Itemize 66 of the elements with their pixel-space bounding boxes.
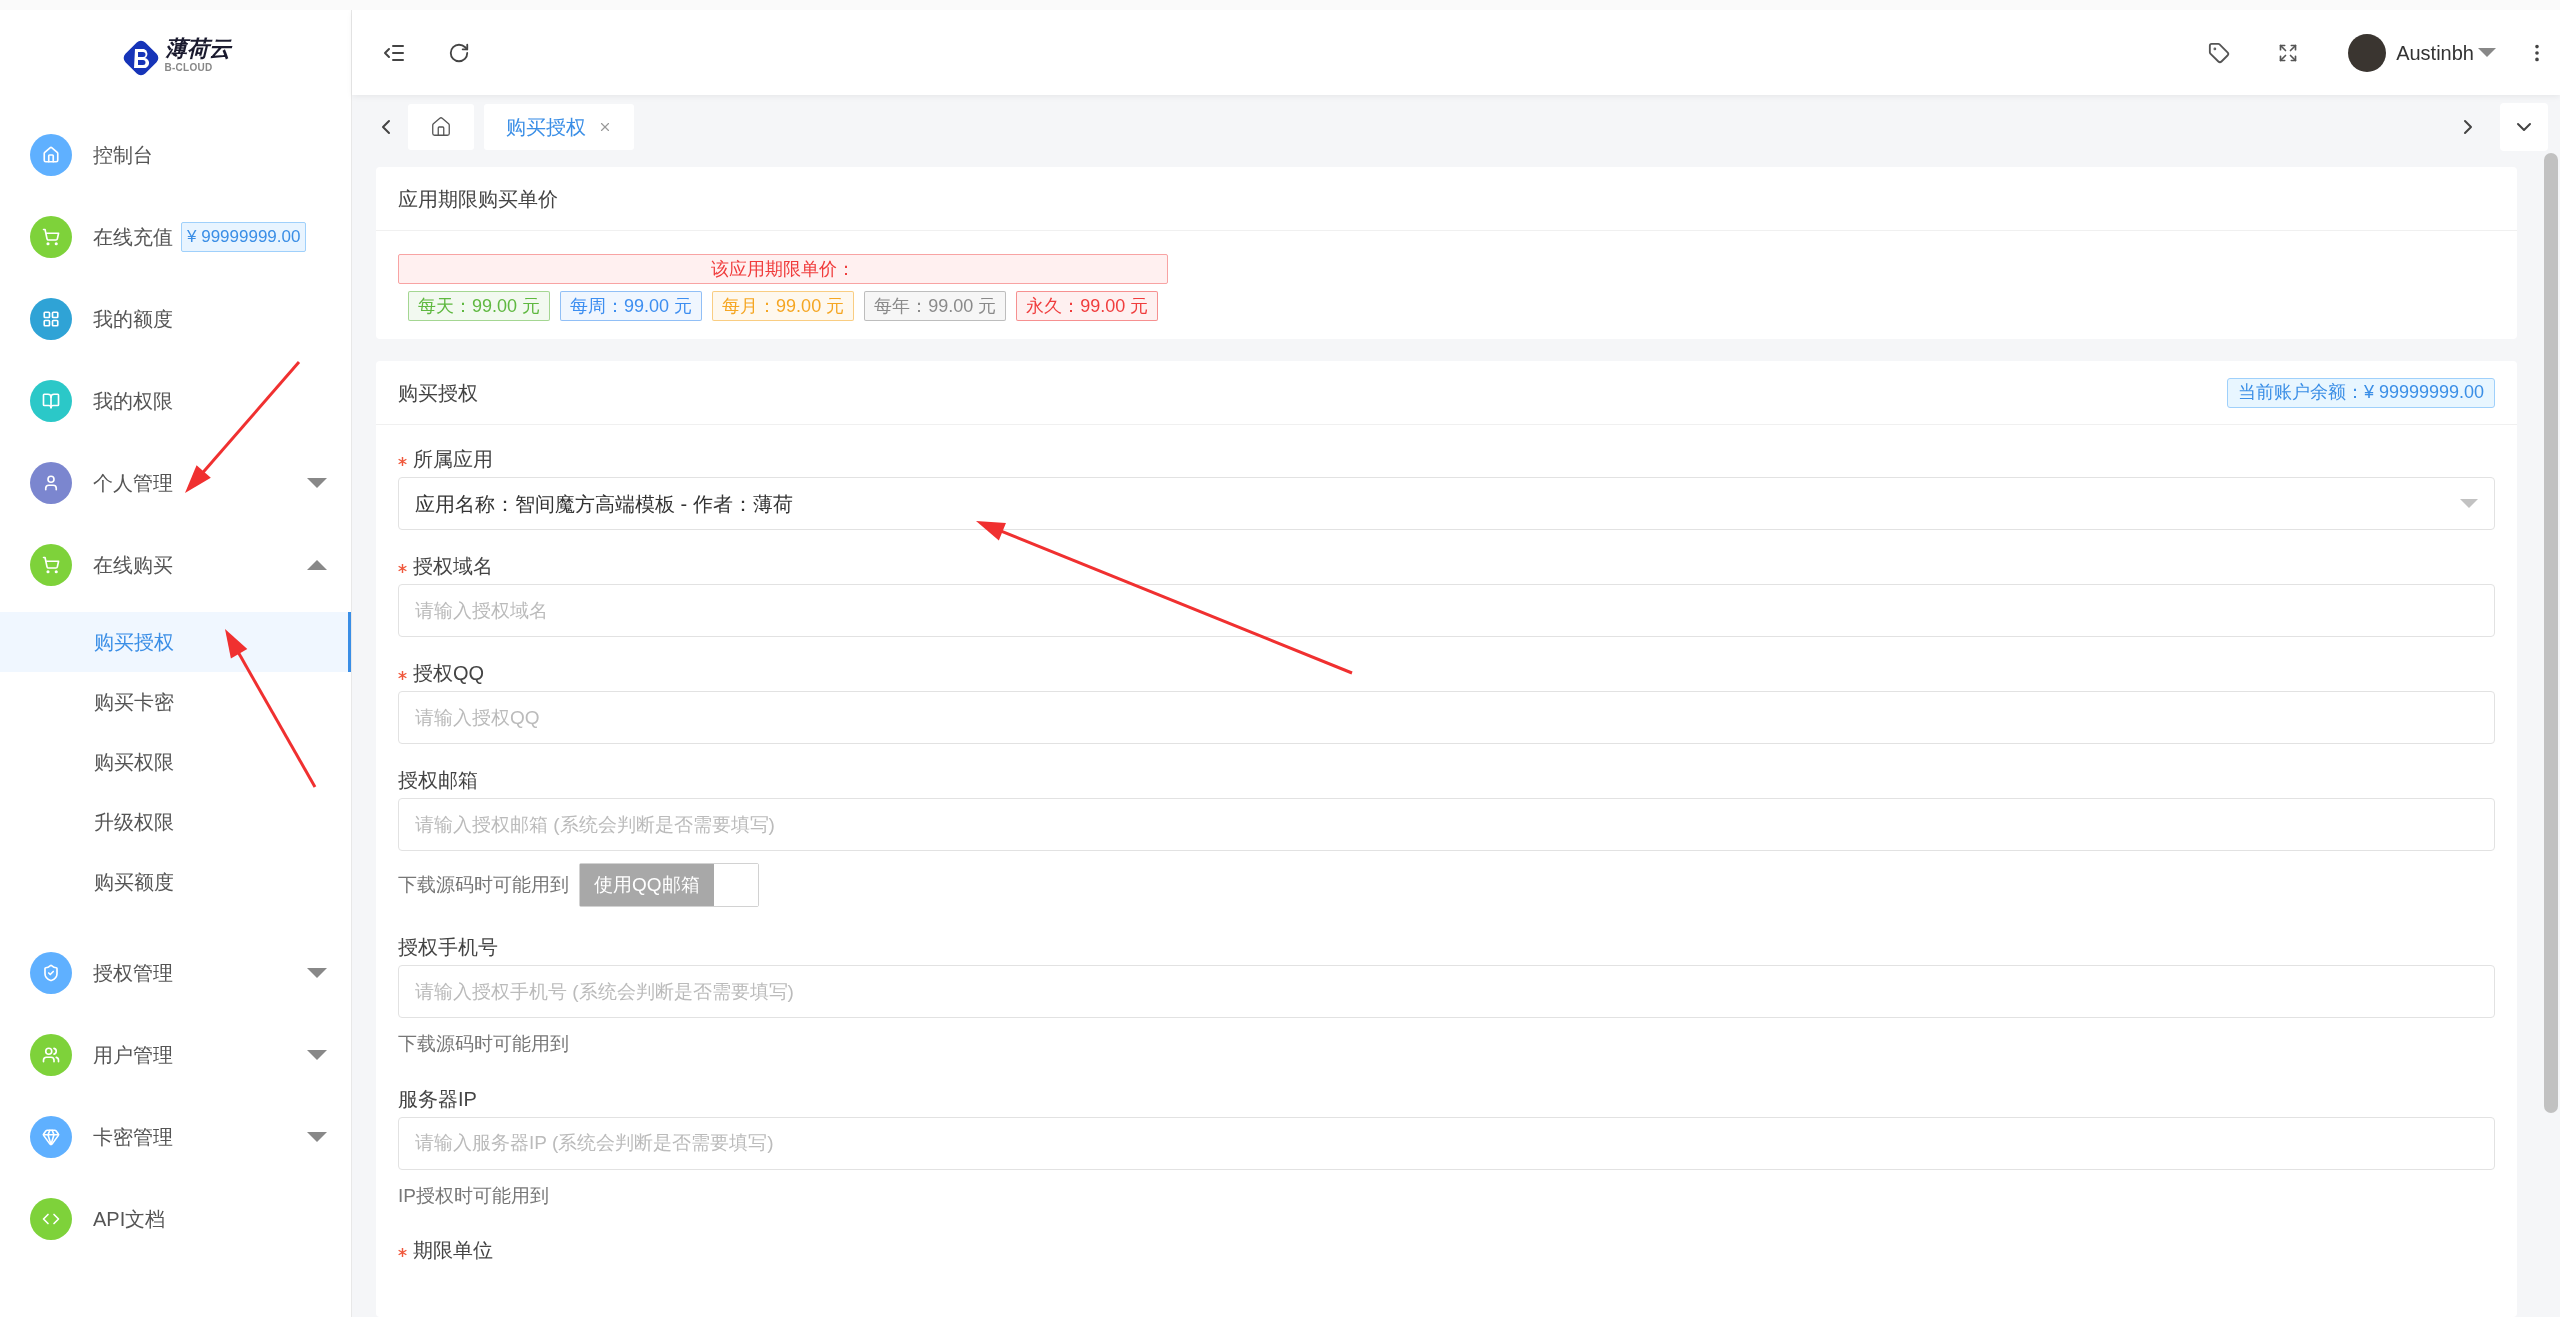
menu-item[interactable]: 卡密管理 — [0, 1096, 351, 1178]
menu-label: 在线购买 — [93, 553, 173, 578]
menu-item[interactable]: 用户管理 — [0, 1014, 351, 1096]
avatar[interactable] — [2348, 33, 2387, 72]
scrollbar[interactable] — [2544, 153, 2558, 1113]
field-label: 授权域名 — [413, 554, 493, 579]
card-title: 购买授权 — [398, 380, 478, 406]
text-input[interactable]: 请输入授权手机号 (系统会判断是否需要填写) — [398, 965, 2495, 1018]
logo-subtitle: B-CLOUD — [164, 63, 214, 73]
submenu-item[interactable]: 购买卡密 — [0, 672, 351, 732]
submenu-item[interactable]: 购买额度 — [0, 852, 351, 912]
menu-item[interactable]: API文档 — [0, 1178, 351, 1260]
refresh-icon[interactable] — [448, 41, 470, 64]
caret-down-icon — [2460, 499, 2478, 508]
card-title: 应用期限购买单价 — [376, 167, 2517, 231]
menu-label: 在线充值 — [93, 225, 173, 250]
text-input[interactable]: 请输入授权QQ — [398, 691, 2495, 744]
required-asterisk-icon — [398, 1247, 407, 1257]
menu-item[interactable]: 控制台 — [0, 114, 351, 196]
home-tab[interactable] — [408, 104, 474, 150]
price-tag: 每年：99.00 元 — [864, 291, 1007, 321]
help-text: 下载源码时可能用到 — [398, 1032, 569, 1056]
field-label: 授权手机号 — [398, 935, 498, 960]
menu-label: API文档 — [93, 1207, 166, 1232]
text-input[interactable]: 请输入授权邮箱 (系统会判断是否需要填写) — [398, 798, 2495, 851]
price-tag: 永久：99.00 元 — [1016, 291, 1159, 321]
field-label: 授权邮箱 — [398, 768, 478, 793]
field-label: 授权QQ — [413, 661, 485, 686]
menu-label: 我的额度 — [93, 307, 173, 332]
home-icon — [430, 116, 452, 138]
menu-label: 我的权限 — [93, 389, 173, 414]
field-label: 服务器IP — [398, 1086, 477, 1112]
required-asterisk-icon — [398, 670, 407, 680]
price-tag: 每周：99.00 元 — [560, 291, 703, 321]
menu-label: 个人管理 — [93, 471, 173, 496]
price-notice: 该应用期限单价： — [398, 254, 1168, 284]
required-asterisk-icon — [398, 563, 407, 573]
menu-item[interactable]: 我的权限 — [0, 360, 351, 442]
user-name[interactable]: Austinbh — [2396, 37, 2474, 68]
field-label: 期限单位 — [413, 1238, 493, 1263]
menu-label: 卡密管理 — [93, 1125, 173, 1150]
price-tag: 每月：99.00 元 — [712, 291, 855, 321]
required-asterisk-icon — [398, 456, 407, 466]
help-text: 下载源码时可能用到 — [398, 872, 569, 897]
close-icon[interactable] — [598, 120, 612, 134]
text-input[interactable]: 请输入服务器IP (系统会判断是否需要填写) — [398, 1116, 2495, 1170]
menu-item[interactable]: 在线充值 ¥ 99999999.00 — [0, 196, 351, 278]
price-tag: 每天：99.00 元 — [408, 291, 551, 321]
menu-item[interactable]: 授权管理 — [0, 932, 351, 1014]
app-select[interactable]: 应用名称：智间魔方高端模板 - 作者：薄荷 — [398, 477, 2495, 530]
tag-icon[interactable] — [2208, 41, 2231, 64]
menu-label: 控制台 — [93, 143, 153, 168]
fullscreen-icon[interactable] — [2278, 42, 2299, 63]
menu-label: 用户管理 — [93, 1043, 173, 1068]
text-input[interactable]: 请输入授权域名 — [398, 584, 2495, 637]
logo-text: 薄荷云 — [164, 38, 231, 60]
menu-item[interactable]: 在线购买 — [0, 524, 351, 606]
caret-down-icon — [2478, 48, 2496, 57]
submenu-item[interactable]: 购买权限 — [0, 732, 351, 792]
balance-badge: 当前账户余额：¥ 99999999.00 — [2226, 377, 2495, 408]
balance-badge: ¥ 99999999.00 — [181, 222, 307, 252]
help-text: IP授权时可能用到 — [398, 1183, 549, 1208]
menu-item[interactable]: 我的额度 — [0, 278, 351, 360]
menu-label: 授权管理 — [93, 961, 173, 986]
submenu-item[interactable]: 升级权限 — [0, 792, 351, 852]
field-label: 所属应用 — [413, 447, 493, 472]
